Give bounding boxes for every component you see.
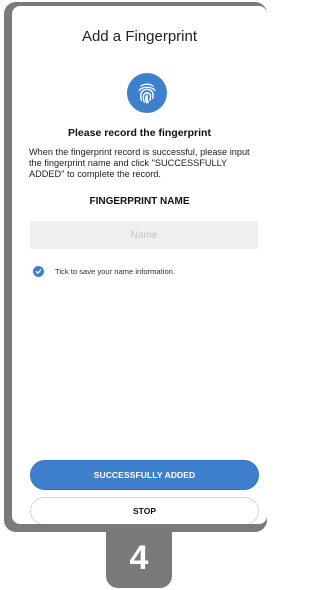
save-name-checkbox[interactable]: Tick to save your name information. bbox=[33, 266, 175, 277]
instruction-text: When the fingerprint record is successfu… bbox=[29, 147, 250, 179]
successfully-added-button[interactable]: SUCCESSFULLY ADDED bbox=[30, 460, 259, 490]
fingerprint-name-label: FINGERPRINT NAME bbox=[89, 196, 190, 207]
save-name-label: Tick to save your name information. bbox=[55, 267, 176, 276]
checkmark-icon[interactable] bbox=[33, 266, 44, 277]
fingerprint-icon bbox=[127, 73, 167, 113]
instruction-heading: Please record the fingerprint bbox=[68, 127, 211, 139]
step-badge: 4 bbox=[106, 528, 172, 588]
app-screen: Add a Fingerprint Please record the fing… bbox=[12, 6, 267, 524]
stop-button[interactable]: STOP bbox=[30, 497, 259, 524]
fingerprint-name-input[interactable] bbox=[30, 221, 258, 249]
step-number: 4 bbox=[129, 538, 149, 577]
page-title: Add a Fingerprint bbox=[81, 28, 198, 45]
phone-frame: Add a Fingerprint Please record the fing… bbox=[4, 2, 267, 532]
